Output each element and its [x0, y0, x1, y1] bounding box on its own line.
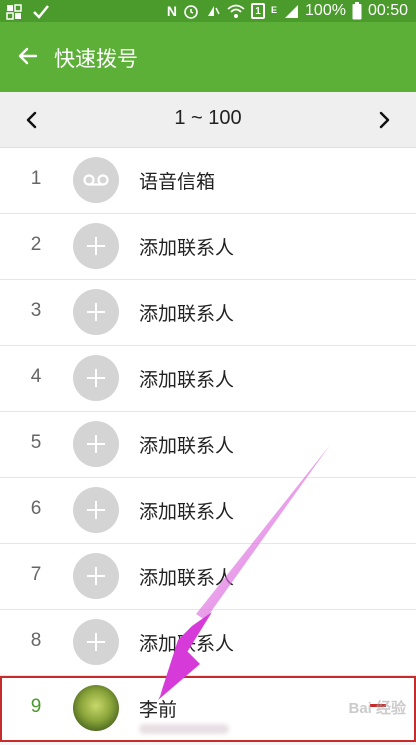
wifi-icon: [227, 2, 245, 20]
row-label: 语音信箱: [139, 171, 216, 193]
dial-number: 1: [30, 168, 42, 189]
row-label: 添加联系人: [139, 303, 235, 325]
screen-mirror-icon: [6, 3, 22, 21]
row-label: 添加联系人: [139, 567, 235, 589]
speed-dial-row-4[interactable]: 4 添加联系人: [0, 346, 416, 412]
clock: 00:50: [367, 2, 408, 19]
sim-icon: 1: [251, 2, 266, 20]
row-label: 添加联系人: [139, 501, 235, 523]
network-type-label: E: [271, 5, 278, 15]
voicemail-icon: [73, 157, 119, 203]
dial-number: 7: [30, 564, 42, 585]
plus-icon: [73, 289, 119, 335]
speed-dial-row-2[interactable]: 2 添加联系人: [0, 214, 416, 280]
alarm-icon: [183, 2, 199, 20]
speed-dial-row-5[interactable]: 5 添加联系人: [0, 412, 416, 478]
chevron-right-icon[interactable]: [370, 106, 398, 134]
range-label: 1 ~ 100: [174, 107, 242, 129]
battery-level: 100%: [305, 2, 346, 19]
dial-number: 8: [30, 630, 42, 651]
dial-number: 9: [30, 696, 42, 717]
speed-dial-row-1[interactable]: 1 语音信箱: [0, 148, 416, 214]
dial-number: 5: [30, 432, 42, 453]
row-label: 添加联系人: [139, 237, 235, 259]
mute-icon: [205, 2, 221, 20]
battery-icon: [352, 2, 362, 20]
plus-icon: [73, 553, 119, 599]
status-left-icons: [6, 3, 50, 21]
check-icon: [32, 3, 50, 21]
range-selector: 1 ~ 100: [0, 92, 416, 148]
arrow-left-icon[interactable]: [14, 42, 42, 70]
row-label: 添加联系人: [139, 633, 235, 655]
plus-icon: [73, 223, 119, 269]
speed-dial-row-6[interactable]: 6 添加联系人: [0, 478, 416, 544]
blurred-phone-number: [139, 724, 229, 734]
app-bar: 快速拨号: [0, 22, 416, 92]
speed-dial-row-8[interactable]: 8 添加联系人: [0, 610, 416, 676]
dial-number: 3: [30, 300, 42, 321]
signal-icon: [283, 2, 299, 20]
contact-name: 李前: [139, 699, 178, 721]
watermark: Bai 经验: [348, 700, 406, 717]
page-title: 快速拨号: [54, 47, 138, 71]
status-right-icons: N 1 E 100% 00:50: [167, 1, 408, 21]
row-label: 添加联系人: [139, 369, 235, 391]
plus-icon: [73, 421, 119, 467]
plus-icon: [73, 355, 119, 401]
status-bar: N 1 E 100% 00:50: [0, 0, 416, 22]
plus-icon: [73, 619, 119, 665]
contact-photo: [73, 685, 119, 731]
dial-number: 6: [30, 498, 42, 519]
plus-icon: [73, 487, 119, 533]
nfc-icon: N: [166, 3, 178, 19]
speed-dial-row-7[interactable]: 7 添加联系人: [0, 544, 416, 610]
speed-dial-list: 1 语音信箱 2 添加联系人 3 添加联系人 4 添加联系人 5 添加联系人 6: [0, 148, 416, 742]
dial-number: 2: [30, 234, 42, 255]
dial-number: 4: [30, 366, 42, 387]
speed-dial-row-3[interactable]: 3 添加联系人: [0, 280, 416, 346]
row-label: 添加联系人: [139, 435, 235, 457]
